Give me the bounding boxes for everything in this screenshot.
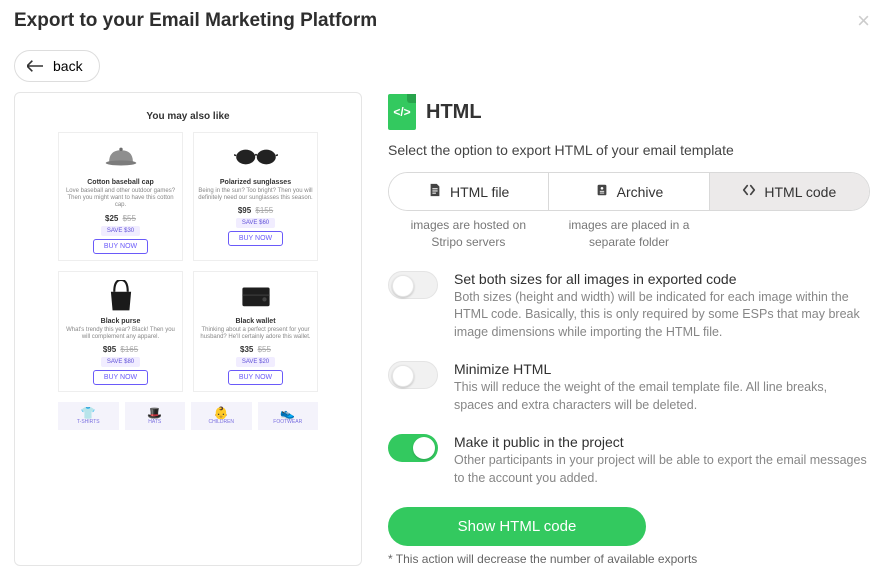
tab-label: HTML code [764,184,836,200]
category-label: CHILDREN [208,419,234,425]
category-icon: 🎩 [147,407,162,419]
product-name: Cotton baseball cap [63,179,178,186]
tab-label: HTML file [450,184,509,200]
category-label: T-SHIRTS [77,419,100,425]
product-save-badge: SAVE $60 [236,218,275,228]
tab-subtext: images are placed in a separate folder [549,211,710,251]
product-save-badge: SAVE $80 [101,357,140,367]
category-icon: 👕 [81,407,96,419]
export-tabs: HTML file Archive HTML code [388,172,870,211]
format-title: HTML [426,101,482,124]
category-icon: 👟 [280,407,295,419]
tab-html-code[interactable]: HTML code [710,173,869,210]
buy-now-button: BUY NOW [228,370,283,385]
html-file-icon: </> [388,94,416,130]
export-option: Minimize HTML This will reduce the weight… [388,361,870,414]
preview-product-card: Polarized sunglasses Being in the sun? To… [193,132,318,261]
product-price: $95 $165 [63,345,178,354]
option-title: Make it public in the project [454,434,870,450]
buy-now-button: BUY NOW [93,239,148,254]
product-desc: Being in the sun? Too bright? Then you w… [198,188,313,202]
close-icon[interactable]: × [857,10,870,32]
product-desc: Thinking about a perfect present for you… [198,327,313,341]
product-desc: What's trendy this year? Black! Then you… [63,327,178,341]
tab-html-code-icon [742,183,756,200]
category-icon: 👶 [214,407,229,419]
option-desc: This will reduce the weight of the email… [454,379,870,414]
buy-now-button: BUY NOW [228,231,283,246]
product-name: Black wallet [198,318,313,325]
preview-product-card: Black purse What's trendy this year? Blac… [58,271,183,392]
export-subtitle: Select the option to export HTML of your… [388,142,870,158]
product-image [63,278,178,314]
export-option: Set both sizes for all images in exporte… [388,271,870,342]
tab-subtext [709,211,870,251]
option-title: Set both sizes for all images in exporte… [454,271,870,287]
tab-subtext: images are hosted on Stripo servers [388,211,549,251]
preview-category: 👟FOOTWEAR [258,402,319,430]
category-label: HATS [148,419,161,425]
toggle-make-public[interactable] [388,434,438,462]
preview-product-card: Cotton baseball cap Love baseball and oth… [58,132,183,261]
show-html-code-button[interactable]: Show HTML code [388,507,646,546]
preview-category: 🎩HATS [125,402,186,430]
product-price: $35 $55 [198,345,313,354]
buy-now-button: BUY NOW [93,370,148,385]
option-desc: Other participants in your project will … [454,452,870,487]
option-desc: Both sizes (height and width) will be in… [454,289,870,342]
product-name: Polarized sunglasses [198,179,313,186]
tab-html-file-icon [428,183,442,200]
tab-html-file[interactable]: HTML file [389,173,549,210]
toggle-both-sizes[interactable] [388,271,438,299]
template-preview: You may also like Cotton baseball cap Lov… [14,92,362,566]
product-image [198,139,313,175]
export-footnote: * This action will decrease the number o… [388,552,870,566]
product-price: $95 $155 [198,206,313,215]
option-title: Minimize HTML [454,361,870,377]
preview-product-card: Black wallet Thinking about a perfect pre… [193,271,318,392]
product-name: Black purse [63,318,178,325]
category-label: FOOTWEAR [273,419,302,425]
back-button-label: back [53,58,83,74]
product-image [198,278,313,314]
product-price: $25 $55 [63,214,178,223]
arrow-left-icon [27,60,43,72]
tab-archive-icon [595,183,609,200]
preview-category: 👕T-SHIRTS [58,402,119,430]
modal-title: Export to your Email Marketing Platform [14,10,870,32]
tab-archive[interactable]: Archive [549,173,709,210]
product-desc: Love baseball and other outdoor games? T… [63,188,178,210]
preview-category: 👶CHILDREN [191,402,252,430]
product-save-badge: SAVE $30 [101,226,140,236]
tab-label: Archive [617,184,664,200]
export-option: Make it public in the project Other parti… [388,434,870,487]
product-image [63,139,178,175]
preview-heading: You may also like [58,111,318,122]
back-button[interactable]: back [14,50,100,82]
toggle-minimize-html[interactable] [388,361,438,389]
product-save-badge: SAVE $20 [236,357,275,367]
